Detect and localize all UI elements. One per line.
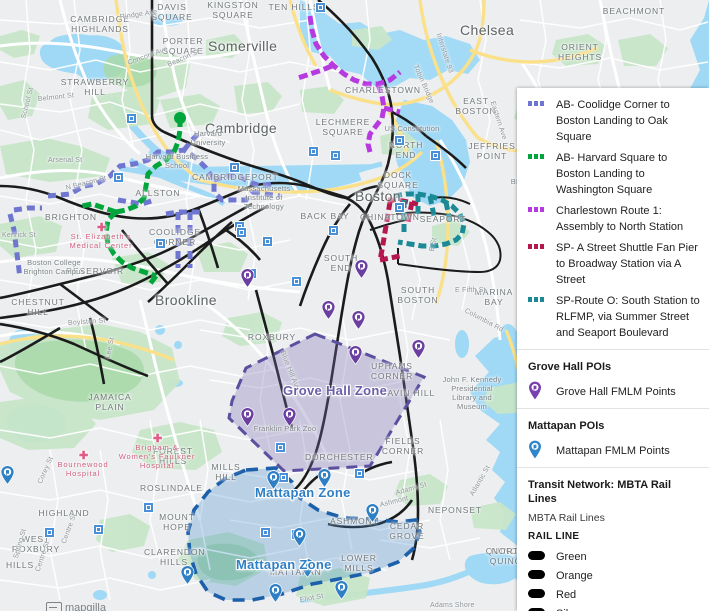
transit-stop-icon[interactable] [291,276,302,287]
mattapan-heading: Mattapan POIs [528,420,605,432]
fmlm-point-pin-icon[interactable] [268,583,283,603]
rail-line-label: Red [556,589,577,601]
fmlm-point-pin-icon[interactable] [334,580,349,600]
transit-stop-icon[interactable] [126,113,137,124]
fmlm-point-pin-icon[interactable] [282,407,297,427]
fmlm-point-pin-icon[interactable] [365,503,380,523]
route-label: Charlestown Route 1: Assembly to North S… [556,205,684,233]
route-label: SP- A Street Shuttle Fan Pier to Broadwa… [556,242,698,286]
legend-item-route[interactable]: AB- Harvard Square to Boston Landing to … [517,147,709,200]
transit-stop-icon[interactable] [44,527,55,538]
transit-stop-icon[interactable] [275,442,286,453]
legend-item-route[interactable]: AB- Coolidge Corner to Boston Landing to… [517,94,709,147]
legend-section-routes: AB- Coolidge Corner to Boston Landing to… [517,88,709,349]
rail-pill-swatch-icon [528,589,550,598]
route-dash-swatch-icon [528,202,550,212]
route-label: AB- Coolidge Corner to Boston Landing to… [556,99,670,143]
grove-hall-item-label: Grove Hall FMLM Points [556,386,676,398]
rail-pill-swatch-icon [528,570,550,579]
fmlm-point-pin-icon[interactable] [266,470,281,490]
transit-heading: Transit Network: MBTA Rail Lines [528,479,672,505]
mattapan-pin-icon [528,439,550,459]
transit-stop-icon[interactable] [308,146,319,157]
legend-section-grove-hall: Grove Hall POIs Grove Hall FMLM Points [517,349,709,408]
fmlm-point-pin-icon[interactable] [348,345,363,365]
route-dash-swatch-icon [528,96,550,106]
legend-item-rail-line[interactable]: Green [517,548,709,567]
fmlm-point-pin-icon[interactable] [292,527,307,547]
transit-stop-icon[interactable] [394,202,405,213]
transit-stop-icon[interactable] [229,162,240,173]
transit-stop-icon[interactable] [236,227,247,238]
transit-stop-icon[interactable] [315,2,326,13]
route-dash-swatch-icon [528,149,550,159]
fmlm-point-pin-icon[interactable] [411,339,426,359]
fmlm-point-pin-icon[interactable] [240,407,255,427]
legend-item-route[interactable]: SP- A Street Shuttle Fan Pier to Broadwa… [517,237,709,290]
transit-stop-icon[interactable] [328,225,339,236]
transit-stop-icon[interactable] [93,524,104,535]
rail-pill-swatch-icon [528,551,550,560]
legend-item-mattapan-points[interactable]: Mattapan FMLM Points [517,437,709,461]
legend-item-route[interactable]: SP-Route O: South Station to RLFMP, via … [517,290,709,343]
legend-item-rail-line[interactable]: Silver [517,605,709,611]
route-label: AB- Harvard Square to Boston Landing to … [556,152,668,196]
rail-line-label: Green [556,551,587,563]
fmlm-point-pin-icon[interactable] [354,259,369,279]
transit-stop-icon[interactable] [143,502,154,513]
fmlm-point-pin-icon[interactable] [300,558,315,578]
attribution-text: mapgilla [65,602,106,611]
transit-stop-icon[interactable] [354,468,365,479]
legend-item-route[interactable]: Charlestown Route 1: Assembly to North S… [517,200,709,237]
route-label: SP-Route O: South Station to RLFMP, via … [556,295,700,339]
grove-hall-pin-icon [528,380,550,400]
transit-field-name: RAIL LINE [528,531,580,542]
transit-stop-icon[interactable] [113,172,124,183]
transit-stop-icon[interactable] [262,236,273,247]
transit-stop-icon[interactable] [260,527,271,538]
legend-item-rail-line[interactable]: Red [517,586,709,605]
legend-item-rail-line[interactable]: Orange [517,567,709,586]
legend-section-mattapan: Mattapan POIs Mattapan FMLM Points [517,408,709,467]
legend-section-transit: Transit Network: MBTA Rail Lines MBTA Ra… [517,467,709,611]
map-legend[interactable]: AB- Coolidge Corner to Boston Landing to… [517,88,709,611]
transit-stop-icon[interactable] [430,150,441,161]
rail-line-label: Orange [556,570,593,582]
transit-subtitle: MBTA Rail Lines [528,512,605,524]
transit-stop-icon[interactable] [394,135,405,146]
map-application: CAMBRIDGE HIGHLANDS STRAWBERRY HILL PORTER… [0,0,709,611]
transit-stop-icon[interactable] [155,238,166,249]
fmlm-point-pin-icon[interactable] [0,465,15,485]
fmlm-point-pin-icon[interactable] [180,565,195,585]
transit-stop-icon[interactable] [330,150,341,161]
route-dash-swatch-icon [528,292,550,302]
mattapan-item-label: Mattapan FMLM Points [556,445,670,457]
map-attribution: mapgilla [46,602,106,611]
route-dash-swatch-icon [528,239,550,249]
legend-item-grove-hall-points[interactable]: Grove Hall FMLM Points [517,378,709,402]
grove-hall-heading: Grove Hall POIs [528,361,612,373]
attribution-logo-icon [46,602,62,611]
fmlm-point-pin-icon[interactable] [351,310,366,330]
fmlm-point-pin-icon[interactable] [317,468,332,488]
fmlm-point-pin-icon[interactable] [321,300,336,320]
fmlm-point-pin-icon[interactable] [240,268,255,288]
